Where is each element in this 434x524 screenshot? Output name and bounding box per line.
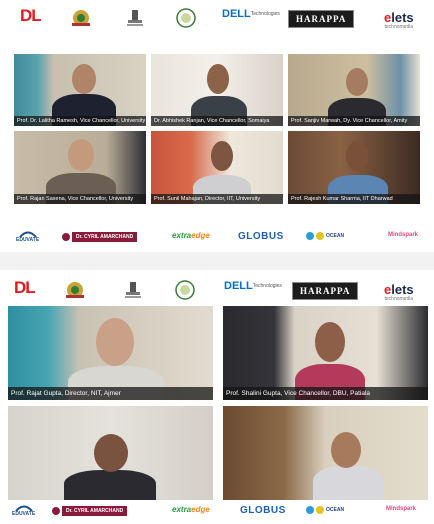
elets-logo: elets technomedia bbox=[384, 10, 414, 30]
elets-rest-text: lets bbox=[391, 10, 414, 25]
participant-name: Prof. Sunil Mahajan, Director, IIT, Univ… bbox=[151, 194, 283, 204]
video-tile[interactable] bbox=[8, 406, 213, 500]
participant-name: Dr. Abhishek Ranjan, Vice Chancellor, So… bbox=[151, 116, 283, 126]
globus-logo: GLOBUS bbox=[238, 231, 284, 242]
participant-name: Prof. Rajan Saxena, Vice Chancellor, Uni… bbox=[14, 194, 146, 204]
state-emblem-icon bbox=[64, 280, 86, 300]
telangana-emblem-icon bbox=[175, 8, 197, 28]
dl-logo: DL bbox=[20, 6, 42, 25]
bottom-conference-panel: DL DELL Technologies HARAPPA elets techn… bbox=[0, 270, 434, 524]
ocean-logo: OCEAN bbox=[306, 232, 344, 240]
national-emblem-icon bbox=[122, 280, 144, 300]
video-tile[interactable]: Prof. Rajesh Kumar Sharma, IIT Dharwad bbox=[288, 131, 420, 204]
bottom-logo-row: DL DELL Technologies HARAPPA elets techn… bbox=[0, 276, 434, 304]
dell-brand-text: DELL bbox=[222, 8, 251, 20]
bottom-sponsor-row: EDUVATE Dr. CYRIL AMARCHAND extra edge GL… bbox=[0, 500, 434, 524]
harappa-logo: HARAPPA bbox=[292, 282, 359, 300]
national-emblem-icon bbox=[124, 8, 146, 28]
participant-name: Prof. Sanjiv Marwah, Dy. Vice Chancellor… bbox=[288, 116, 420, 126]
participant-name: Prof. Dr. Lalitha Ramesh, Vice Chancello… bbox=[14, 116, 146, 126]
top-logo-row: DL DELL Technologies HARAPPA elets techn… bbox=[0, 4, 434, 32]
elets-tagline-text: technomedia bbox=[384, 24, 414, 30]
eduvate-logo: EDUVATE bbox=[16, 228, 39, 243]
cyril-amarchand-logo: Dr. CYRIL AMARCHAND bbox=[62, 232, 138, 242]
dell-technologies-logo: DELL Technologies bbox=[222, 8, 280, 20]
video-tile[interactable]: Prof. Shalini Gupta, Vice Chancellor, DB… bbox=[223, 306, 428, 400]
state-emblem-icon bbox=[70, 8, 92, 28]
video-tile[interactable]: Prof. Dr. Lalitha Ramesh, Vice Chancello… bbox=[14, 54, 146, 126]
cyril-amarchand-text: Dr. CYRIL AMARCHAND bbox=[72, 232, 138, 242]
ocean-logo: OCEAN bbox=[306, 506, 344, 514]
video-tile[interactable]: Prof. Sanjiv Marwah, Dy. Vice Chancellor… bbox=[288, 54, 420, 126]
cyril-amarchand-logo: Dr. CYRIL AMARCHAND bbox=[52, 506, 128, 516]
elets-tagline-text: technomedia bbox=[384, 296, 414, 302]
top-conference-panel: DL DELL Technologies HARAPPA elets techn… bbox=[0, 0, 434, 252]
elets-logo: elets technomedia bbox=[384, 282, 414, 302]
extraedge-logo: extra edge bbox=[172, 505, 210, 514]
harappa-logo: HARAPPA bbox=[288, 10, 355, 28]
eduvate-logo: EDUVATE bbox=[12, 502, 35, 517]
video-tile[interactable]: Prof. Rajan Saxena, Vice Chancellor, Uni… bbox=[14, 131, 146, 204]
cyril-amarchand-text: Dr. CYRIL AMARCHAND bbox=[62, 506, 128, 516]
mindspark-logo: Mindspark bbox=[388, 232, 419, 238]
video-tile[interactable]: Prof. Rajat Gupta, Director, NIT, Ajmer bbox=[8, 306, 213, 400]
top-sponsor-row: EDUVATE Dr. CYRIL AMARCHAND extra edge GL… bbox=[0, 226, 434, 250]
dell-tagline-text: Technologies bbox=[250, 11, 280, 17]
dl-logo: DL bbox=[14, 278, 36, 297]
dell-tagline-text: Technologies bbox=[252, 283, 282, 289]
globus-logo: GLOBUS bbox=[240, 505, 286, 516]
participant-name: Prof. Shalini Gupta, Vice Chancellor, DB… bbox=[223, 387, 428, 400]
video-tile[interactable]: Prof. Sunil Mahajan, Director, IIT, Univ… bbox=[151, 131, 283, 204]
participant-name: Prof. Rajesh Kumar Sharma, IIT Dharwad bbox=[288, 194, 420, 204]
participant-name: Prof. Rajat Gupta, Director, NIT, Ajmer bbox=[8, 387, 213, 400]
video-tile[interactable]: Dr. Abhishek Ranjan, Vice Chancellor, So… bbox=[151, 54, 283, 126]
video-tile[interactable] bbox=[223, 406, 428, 500]
dell-technologies-logo: DELL Technologies bbox=[224, 280, 282, 292]
elets-rest-text: lets bbox=[391, 282, 414, 297]
extraedge-logo: extra edge bbox=[172, 231, 210, 240]
panel-divider bbox=[0, 252, 434, 270]
dell-brand-text: DELL bbox=[224, 280, 253, 292]
mindspark-logo: Mindspark bbox=[386, 506, 417, 512]
telangana-emblem-icon bbox=[174, 280, 196, 300]
